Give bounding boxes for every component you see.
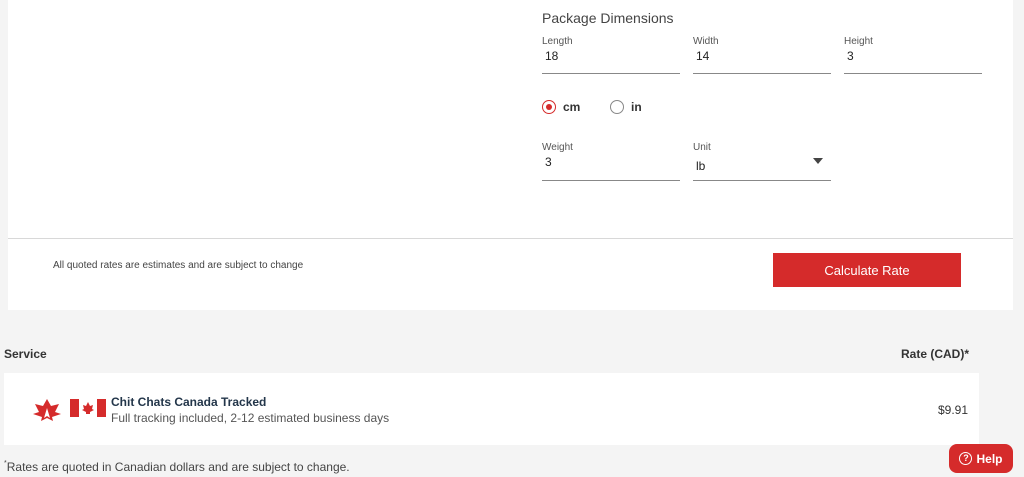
radio-in[interactable]: in [610, 100, 642, 114]
length-value[interactable]: 18 [545, 49, 669, 63]
question-circle-icon: ? [959, 452, 973, 465]
radio-unselected-icon[interactable] [610, 100, 624, 114]
height-label: Height [844, 36, 873, 47]
width-label: Width [693, 36, 719, 47]
rate-column-header: Rate (CAD)* [900, 347, 969, 361]
height-field[interactable]: Height 3 [844, 36, 982, 74]
service-name: Chit Chats Canada Tracked [111, 395, 267, 409]
radio-in-label: in [631, 100, 642, 114]
rates-footnote: *Rates are quoted in Canadian dollars an… [4, 460, 350, 474]
section-title: Package Dimensions [542, 10, 674, 26]
unit-label: Unit [693, 142, 711, 153]
calculate-rate-button[interactable]: Calculate Rate [773, 253, 961, 287]
width-field[interactable]: Width 14 [693, 36, 831, 74]
height-value[interactable]: 3 [847, 49, 971, 63]
unit-select[interactable]: Unit lb [693, 142, 831, 181]
service-column-header: Service [4, 347, 47, 361]
weight-field[interactable]: Weight 3 [542, 142, 680, 181]
radio-cm[interactable]: cm [542, 100, 580, 114]
help-label: Help [976, 451, 1003, 466]
unit-value[interactable]: lb [696, 159, 820, 173]
maple-leaf-logo-icon [33, 399, 61, 421]
caret-down-icon[interactable] [813, 158, 823, 164]
service-price: $9.91 [937, 403, 968, 417]
width-value[interactable]: 14 [696, 49, 820, 63]
rate-calculator-card: Package Dimensions Length 18 Width 14 He… [8, 0, 1013, 310]
radio-cm-label: cm [563, 100, 581, 114]
service-description: Full tracking included, 2-12 estimated b… [111, 411, 390, 425]
rate-row[interactable]: Chit Chats Canada Tracked Full tracking … [4, 373, 979, 445]
length-label: Length [542, 36, 573, 47]
weight-value[interactable]: 3 [545, 155, 669, 169]
footnote-text: Rates are quoted in Canadian dollars and… [6, 460, 350, 474]
divider [8, 238, 1013, 239]
length-field[interactable]: Length 18 [542, 36, 680, 74]
disclaimer-text: All quoted rates are estimates and are s… [53, 260, 304, 271]
weight-label: Weight [542, 142, 573, 153]
radio-selected-icon[interactable] [542, 100, 556, 114]
help-button[interactable]: ? Help [949, 444, 1013, 473]
canada-flag-icon [70, 399, 106, 417]
